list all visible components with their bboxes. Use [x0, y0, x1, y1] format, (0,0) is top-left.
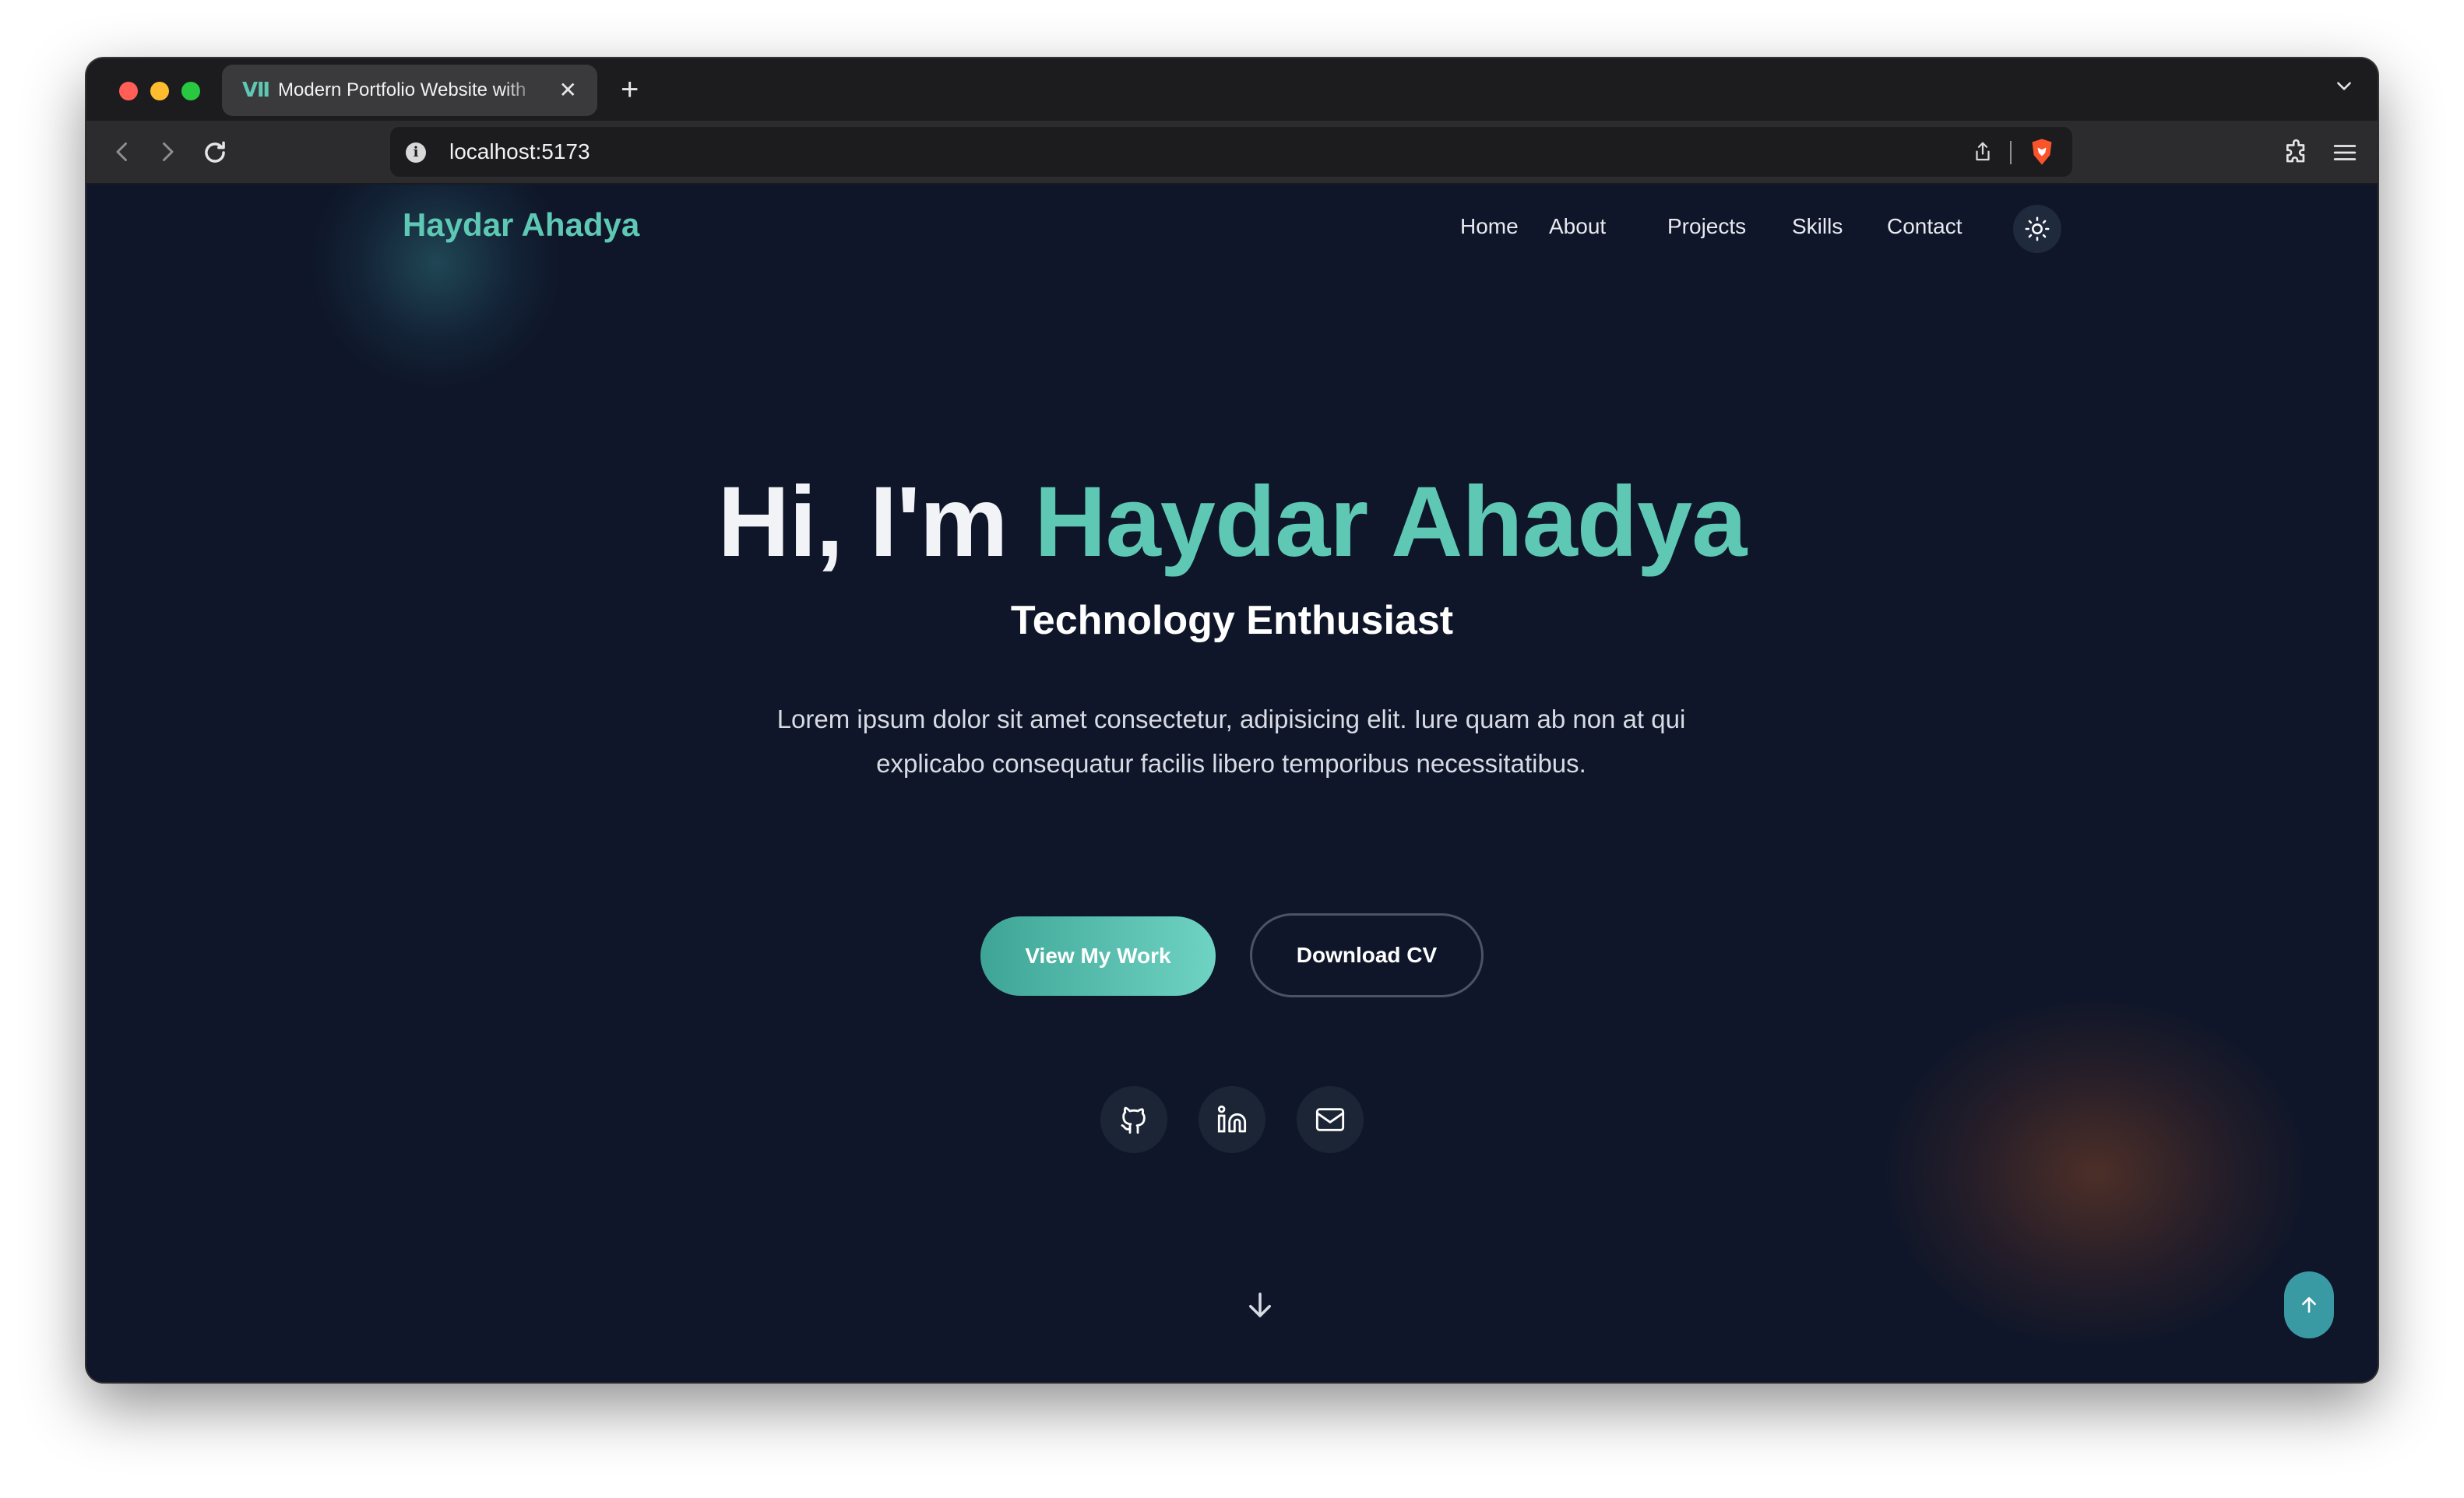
linkedin-icon — [1217, 1105, 1247, 1133]
browser-toolbar: i localhost:5173 — [86, 121, 2378, 185]
nav-link-projects[interactable]: Projects — [1667, 214, 1746, 239]
theme-toggle-button[interactable] — [2013, 205, 2061, 253]
brave-shields-icon[interactable] — [2029, 138, 2055, 170]
back-to-top-button[interactable] — [2284, 1271, 2334, 1338]
active-tab[interactable]: Ⅶ Modern Portfolio Website with ✕ — [222, 65, 597, 116]
divider — [2010, 141, 2012, 164]
nav-link-about[interactable]: About — [1549, 214, 1606, 239]
linkedin-link[interactable] — [1199, 1086, 1265, 1153]
site-favicon-icon: Ⅶ — [242, 79, 271, 102]
scroll-down-arrow-icon[interactable] — [1244, 1289, 1276, 1325]
tab-list-chevron-icon[interactable] — [2334, 76, 2354, 100]
share-icon[interactable] — [1971, 139, 1994, 168]
portfolio-page: Haydar Ahadya Home About Projects Skills… — [86, 185, 2378, 1382]
address-bar[interactable]: i localhost:5173 — [390, 127, 2072, 177]
maximize-window-button[interactable] — [181, 82, 200, 100]
github-link[interactable] — [1100, 1086, 1167, 1153]
menu-hamburger-icon[interactable] — [2331, 139, 2359, 170]
hero-role: Technology Enthusiast — [1010, 598, 1454, 643]
site-info-icon[interactable]: i — [406, 142, 426, 163]
back-icon[interactable] — [108, 138, 136, 170]
mail-icon — [1315, 1108, 1345, 1131]
forward-icon[interactable] — [153, 138, 181, 170]
hero-greeting: Hi, I'm — [717, 466, 1008, 578]
nav-link-contact[interactable]: Contact — [1887, 214, 1962, 239]
sun-icon — [2025, 216, 2050, 241]
background-glow-orange — [1878, 994, 2314, 1352]
site-logo[interactable]: Haydar Ahadya — [403, 206, 639, 244]
arrow-up-icon — [2302, 1297, 2316, 1313]
tab-title: Modern Portfolio Website with — [278, 79, 526, 100]
hero-description: Lorem ipsum dolor sit amet consectetur, … — [776, 705, 1686, 778]
extensions-puzzle-icon[interactable] — [2283, 138, 2312, 171]
hero-heading: Hi, I'm Haydar Ahadya — [86, 465, 2378, 579]
reload-icon[interactable] — [200, 138, 230, 171]
url-text[interactable]: localhost:5173 — [449, 139, 590, 164]
minimize-window-button[interactable] — [150, 82, 169, 100]
view-my-work-button[interactable]: View My Work — [980, 916, 1216, 996]
browser-window: Ⅶ Modern Portfolio Website with ✕ + i lo… — [86, 58, 2378, 1382]
email-link[interactable] — [1297, 1086, 1364, 1153]
hero-name: Haydar Ahadya — [1034, 466, 1747, 578]
nav-link-home[interactable]: Home — [1460, 214, 1519, 239]
nav-link-skills[interactable]: Skills — [1792, 214, 1843, 239]
tab-strip: Ⅶ Modern Portfolio Website with ✕ + — [86, 58, 2378, 121]
github-icon — [1121, 1106, 1146, 1134]
new-tab-button[interactable]: + — [621, 71, 639, 108]
tab-close-icon[interactable]: ✕ — [559, 79, 577, 101]
download-cv-button[interactable]: Download CV — [1250, 913, 1484, 997]
close-window-button[interactable] — [119, 82, 138, 100]
